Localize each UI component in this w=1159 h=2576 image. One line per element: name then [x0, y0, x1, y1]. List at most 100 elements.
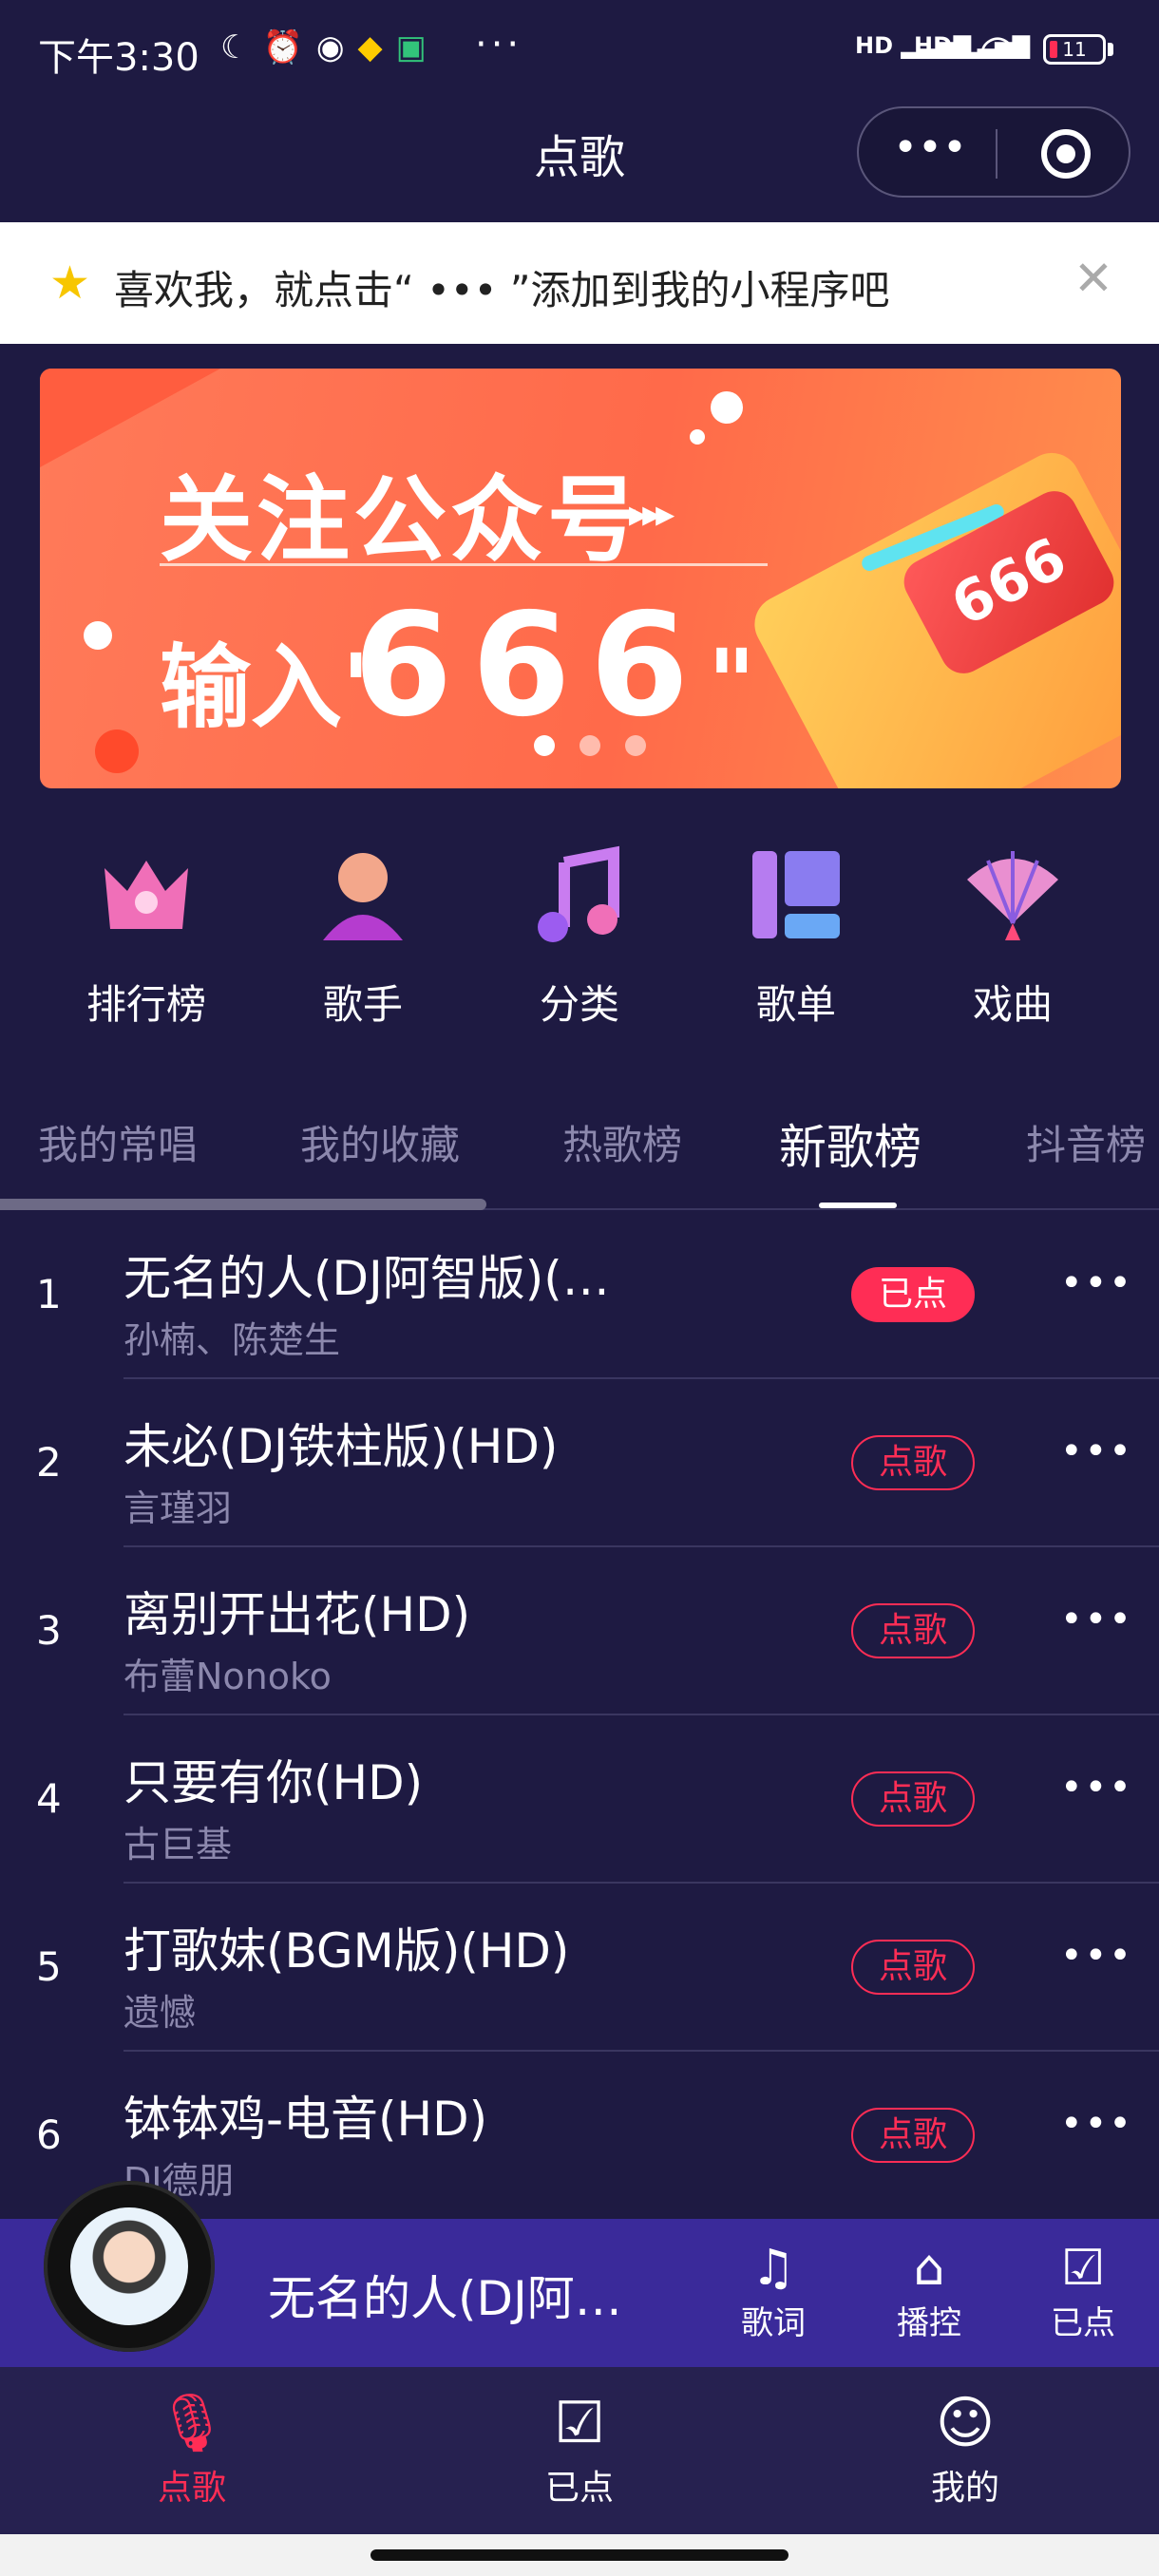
carousel-dot[interactable]: [580, 735, 600, 756]
lyrics-icon: ♫: [750, 2240, 796, 2297]
banner-bubble: [690, 429, 705, 445]
song-artist: 孙楠、陈楚生: [124, 1319, 341, 1361]
bottom-nav-order-song[interactable]: 🎙︎ 点歌: [97, 2386, 287, 2510]
wechat-icon: ◉: [315, 28, 358, 66]
order-song-button[interactable]: 点歌: [851, 1435, 975, 1490]
song-title: 未必(DJ铁柱版)(HD): [124, 1419, 559, 1474]
row-divider: [124, 1714, 1159, 1715]
category-label: 排行榜: [86, 981, 206, 1028]
row-divider: [124, 1377, 1159, 1379]
song-rank: 4: [36, 1775, 62, 1822]
category-genres[interactable]: 分类: [504, 842, 656, 1031]
order-song-button[interactable]: 点歌: [851, 2108, 975, 2163]
bottom-nav-ordered[interactable]: ☑ 已点: [484, 2386, 674, 2510]
category-playlists[interactable]: 歌单: [720, 842, 872, 1031]
bottom-nav-label: 我的: [930, 2469, 999, 2508]
order-song-button[interactable]: 点歌: [851, 1603, 975, 1658]
more-menu-button[interactable]: •••: [887, 118, 973, 179]
row-divider: [124, 1545, 1159, 1547]
lyrics-button[interactable]: ♫ 歌词: [716, 2240, 830, 2343]
bottom-nav: 🎙︎ 点歌 ☑ 已点 ☺ 我的: [0, 2367, 1159, 2534]
banner-divider: [160, 563, 768, 566]
banner-code: 666": [353, 583, 755, 748]
cast-icon: ⌂: [913, 2240, 945, 2297]
crown-icon: [93, 842, 200, 948]
mini-player[interactable]: 无名的人(DJ阿… ♫ 歌词 ⌂ 播控 ☑ 已点: [0, 2181, 1159, 2367]
song-row[interactable]: 2 未必(DJ铁柱版)(HD) 言瑾羽 点歌 •••: [0, 1380, 1159, 1548]
microphone-icon: 🎙︎: [155, 2390, 229, 2456]
song-title: 钵钵鸡-电音(HD): [124, 2092, 488, 2147]
playlist-icon: [743, 842, 849, 948]
song-rank: 6: [36, 2112, 62, 2158]
browser-icon: ▣: [395, 28, 440, 66]
song-artist: 布蕾Nonoko: [124, 1656, 332, 1697]
home-indicator[interactable]: [370, 2549, 788, 2561]
song-rank: 5: [36, 1943, 62, 1990]
song-rank: 3: [36, 1607, 62, 1654]
avatar: [70, 2207, 188, 2325]
tabs-scrollbar[interactable]: [0, 1199, 486, 1210]
more-icon[interactable]: •••: [1060, 2102, 1133, 2146]
close-icon[interactable]: ✕: [1074, 251, 1113, 306]
banner-bubble: [95, 729, 139, 773]
song-artist: 古巨基: [124, 1824, 233, 1866]
more-icon[interactable]: •••: [1060, 1934, 1133, 1978]
ordered-list-button[interactable]: ☑ 已点: [1026, 2240, 1140, 2343]
tab-douyin[interactable]: 抖音榜: [1026, 1113, 1146, 1171]
ordered-button[interactable]: 已点: [851, 1267, 975, 1322]
order-song-button[interactable]: 点歌: [851, 1771, 975, 1827]
chart-tabs: 我的常唱 我的收藏 热歌榜 新歌榜 抖音榜: [0, 1102, 1159, 1212]
playback-control-button[interactable]: ⌂ 播控: [872, 2240, 986, 2343]
alarm-icon: ⏰: [262, 28, 316, 66]
category-label: 歌单: [755, 981, 836, 1028]
fan-icon: [960, 842, 1066, 948]
carousel-dot[interactable]: [625, 735, 646, 756]
battery-level: 11: [1062, 38, 1087, 61]
song-row[interactable]: 4 只要有你(HD) 古巨基 点歌 •••: [0, 1716, 1159, 1885]
tab-new-songs[interactable]: 新歌榜: [779, 1109, 922, 1178]
song-artist: 遗憾: [124, 1992, 197, 2034]
moon-icon: ☾: [220, 28, 263, 66]
playback-control-label: 播控: [897, 2304, 961, 2342]
active-tab-indicator: [819, 1203, 897, 1208]
add-miniprogram-tip: ★ 喜欢我，就点击“ ••• ”添加到我的小程序吧 ✕: [0, 222, 1159, 344]
more-icon[interactable]: •••: [1060, 1766, 1133, 1809]
more-icon[interactable]: •••: [1060, 1430, 1133, 1473]
close-miniprogram-icon[interactable]: [1041, 129, 1091, 179]
more-icon[interactable]: •••: [1060, 1598, 1133, 1641]
battery-tip: [1108, 43, 1113, 56]
category-label: 分类: [539, 981, 619, 1028]
category-label: 歌手: [322, 981, 403, 1028]
ordered-list-label: 已点: [1051, 2304, 1115, 2342]
more-icon[interactable]: •••: [1060, 1261, 1133, 1305]
banner-headline: 关注公众号: [160, 466, 645, 575]
song-row[interactable]: 5 打歌妹(BGM版)(HD) 遗憾 点歌 •••: [0, 1885, 1159, 2053]
album-disc[interactable]: [44, 2181, 215, 2352]
tab-favorites[interactable]: 我的收藏: [300, 1113, 460, 1171]
category-opera[interactable]: 戏曲: [937, 842, 1089, 1031]
tab-hot-songs[interactable]: 热歌榜: [562, 1113, 682, 1171]
song-title: 只要有你(HD): [124, 1755, 424, 1810]
music-note-icon: [526, 842, 633, 948]
song-row[interactable]: 1 无名的人(DJ阿智版)(… 孙楠、陈楚生 已点 •••: [0, 1212, 1159, 1380]
promo-banner[interactable]: 关注公众号 ▸▸▸ 输入" 666" 666: [40, 369, 1121, 788]
star-icon: ★: [49, 256, 91, 310]
song-artist: 言瑾羽: [124, 1487, 233, 1529]
lyrics-label: 歌词: [741, 2304, 806, 2342]
tab-frequent[interactable]: 我的常唱: [38, 1113, 198, 1171]
song-row[interactable]: 3 离别开出花(HD) 布蕾Nonoko 点歌 •••: [0, 1548, 1159, 1716]
category-label: 戏曲: [972, 981, 1053, 1028]
category-rankings[interactable]: 排行榜: [70, 842, 222, 1031]
carousel-dot[interactable]: [534, 735, 555, 756]
song-title: 离别开出花(HD): [124, 1587, 471, 1642]
order-song-button[interactable]: 点歌: [851, 1940, 975, 1995]
song-rank: 2: [36, 1439, 62, 1486]
bottom-nav-label: 点歌: [157, 2469, 226, 2508]
banner-code-suffix: ": [708, 630, 756, 736]
checklist-icon: ☑: [554, 2390, 605, 2456]
category-singers[interactable]: 歌手: [287, 842, 439, 1031]
bottom-nav-mine[interactable]: ☺ 我的: [870, 2386, 1060, 2510]
singer-icon: [310, 842, 416, 948]
wifi-icon: ◠: [978, 25, 1017, 76]
signal-label-2: HD: [914, 32, 953, 59]
